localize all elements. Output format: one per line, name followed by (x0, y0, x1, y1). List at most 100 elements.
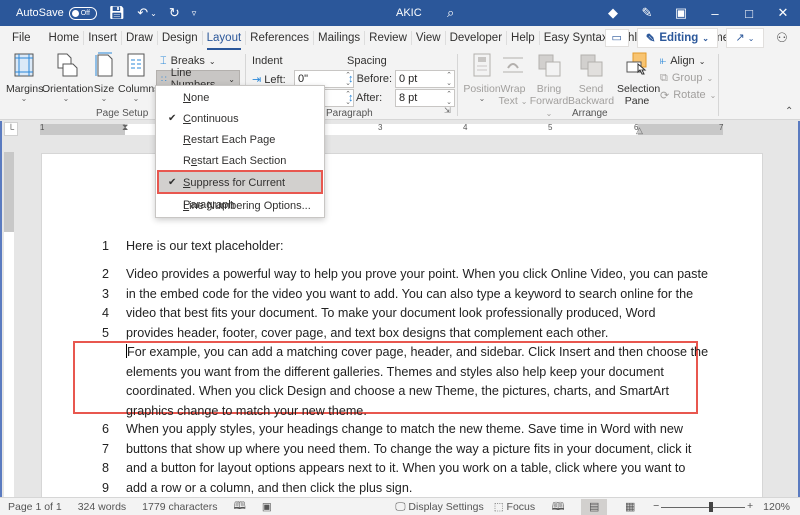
editing-mode-button[interactable]: ✎ Editing ⌄ (636, 28, 718, 48)
line-number: 8 (101, 461, 109, 475)
ruler-number: 5 (548, 123, 553, 132)
tab-help[interactable]: Help (507, 31, 540, 45)
document-line: elements you want from the different gal… (126, 363, 708, 383)
zoom-out-icon[interactable]: − (653, 500, 659, 512)
align-button[interactable]: ⫦ Align ⌄ (656, 52, 709, 70)
web-layout-icon[interactable]: ▦ (617, 499, 643, 515)
arrange-group-label: Arrange (572, 108, 608, 119)
orientation-button[interactable]: Orientation ⌄ (42, 52, 93, 103)
zoom-slider[interactable]: − + (653, 499, 753, 515)
bring-forward-button[interactable]: Bring Forward ⌄ (528, 52, 570, 119)
line-text: add a row or a column, and then click th… (126, 480, 413, 495)
focus-button[interactable]: ⬚ Focus (494, 501, 535, 513)
autosave-toggle[interactable]: Off (68, 6, 97, 20)
paragraph-dialog-launcher-icon[interactable]: ⇲ (444, 106, 451, 115)
status-bar: Page 1 of 1 324 words 1779 characters 🕮︎… (0, 497, 800, 515)
diamond-icon[interactable]: ◆ (596, 5, 630, 21)
left-indent-marker[interactable]: ⧗ (122, 122, 128, 133)
present-icon[interactable]: ⚇ (772, 30, 792, 46)
selection-pane-button[interactable]: Selection Pane (617, 52, 660, 107)
columns-button[interactable]: Columns ⌄ (118, 52, 159, 103)
page-count[interactable]: Page 1 of 1 (8, 501, 62, 513)
menu-item-restart-each-page[interactable]: Restart Each Page (156, 129, 324, 151)
margins-icon (14, 53, 34, 77)
tab-review[interactable]: Review (365, 31, 412, 45)
focus-icon: ⬚ (493, 501, 504, 513)
line-number: 3 (101, 286, 109, 301)
tab-mailings[interactable]: Mailings (314, 31, 366, 45)
size-button[interactable]: Size ⌄ (92, 52, 116, 103)
paragraph[interactable]: 6 When you apply styles, your headings ch… (102, 420, 692, 498)
maximize-icon[interactable]: □ (732, 6, 766, 21)
undo-icon[interactable]: ↶ (137, 5, 148, 21)
read-mode-icon[interactable]: 🕮︎ (545, 499, 571, 515)
menu-item-none[interactable]: None (156, 87, 324, 109)
margins-button[interactable]: Margins ⌄ (6, 52, 43, 103)
minimize-icon[interactable]: – (698, 6, 732, 21)
share-button[interactable]: ↗ ⌄ (726, 28, 764, 48)
search-icon[interactable]: ⌕ (447, 5, 454, 21)
bring-forward-icon (538, 54, 561, 77)
tab-view[interactable]: View (412, 31, 446, 45)
tab-developer[interactable]: Developer (446, 31, 508, 45)
customize-qat-icon[interactable]: ▿ (192, 8, 197, 19)
tab-references[interactable]: References (246, 31, 314, 45)
pen-icon[interactable]: ✎ (630, 5, 664, 21)
wrap-text-button[interactable]: Wrap Text ⌄ (496, 52, 530, 107)
menu-item-line-numbering-options[interactable]: Line Numbering Options... (156, 195, 324, 217)
tab-insert[interactable]: Insert (84, 31, 122, 45)
rotate-button[interactable]: ⟳ Rotate ⌄ (656, 86, 720, 104)
comments-button[interactable]: ▭ (604, 29, 629, 47)
collapse-ribbon-icon[interactable]: ⌃ (785, 106, 793, 117)
line-text: Video provides a powerful way to help yo… (126, 267, 708, 281)
group-button[interactable]: ⧉ Group ⌄ (656, 69, 717, 87)
document-line: 6 When you apply styles, your headings ch… (102, 420, 691, 440)
tab-draw[interactable]: Draw (122, 31, 158, 45)
ruler-number: 7 (719, 123, 724, 132)
paragraph[interactable]: 2 Video provides a powerful way to help y… (102, 265, 708, 343)
close-icon[interactable]: ✕ (766, 5, 800, 21)
suppressed-paragraph[interactable]: For example, you can add a matching cove… (126, 343, 708, 421)
undo-dropdown-icon[interactable]: ⌄ (150, 9, 157, 18)
print-layout-icon[interactable]: ▤ (581, 498, 608, 515)
paragraph[interactable]: 1 Here is our text placeholder: (102, 237, 284, 257)
ribbon-tabs: File Home Insert Draw Design Layout Refe… (0, 26, 800, 50)
line-text: buttons that show up where you need them… (126, 441, 692, 456)
ruler-top-margin (4, 152, 14, 232)
chevron-down-icon: ⌄ (100, 94, 108, 103)
tab-design[interactable]: Design (158, 31, 203, 45)
redo-icon[interactable]: ↻ (169, 5, 180, 21)
chevron-down-icon: ⌄ (20, 94, 28, 103)
tab-selector[interactable]: └ (4, 122, 18, 136)
menu-item-restart-each-section[interactable]: Restart Each Section (156, 150, 324, 172)
document-line: 2 Video provides a powerful way to help y… (102, 265, 708, 285)
zoom-level[interactable]: 120% (763, 501, 790, 513)
spacing-after-input[interactable]: 8 pt (395, 89, 455, 107)
ruler-right-margin (638, 124, 723, 135)
document-page[interactable]: 1 Here is our text placeholder: 2 Video pr… (41, 153, 763, 498)
tab-home[interactable]: Home (45, 31, 85, 45)
horizontal-ruler[interactable]: 1 1 2 3 4 5 6 7 ⧗ △ (40, 122, 724, 136)
menu-item-continuous[interactable]: ✔ Continuous (156, 108, 324, 130)
accessibility-icon[interactable]: ▣ (262, 501, 272, 513)
tab-layout[interactable]: Layout (203, 31, 247, 50)
zoom-in-icon[interactable]: + (747, 500, 753, 512)
indent-label: Indent (252, 55, 283, 67)
character-count[interactable]: 1779 characters (142, 501, 217, 513)
group-divider (457, 54, 458, 116)
after-label-text: After: (355, 92, 383, 104)
tab-file[interactable]: File (8, 31, 35, 45)
spacing-before-input[interactable]: 0 pt (395, 70, 455, 88)
save-icon[interactable]: 💾︎ (109, 5, 126, 21)
document-title: AKIC (396, 7, 422, 19)
document-line: 7 buttons that show up where you need the… (102, 440, 692, 460)
accelerator-key: C (183, 113, 191, 125)
display-settings-button[interactable]: 🖵︎ Display Settings (395, 501, 483, 514)
vertical-ruler[interactable] (4, 152, 14, 497)
zoom-thumb[interactable] (709, 501, 714, 512)
proofing-icon[interactable]: 🕮︎ (233, 498, 245, 515)
ribbon-display-icon[interactable]: ▣ (664, 5, 698, 21)
columns-icon (127, 53, 145, 77)
right-indent-marker[interactable]: △ (636, 125, 643, 136)
word-count[interactable]: 324 words (78, 501, 126, 513)
